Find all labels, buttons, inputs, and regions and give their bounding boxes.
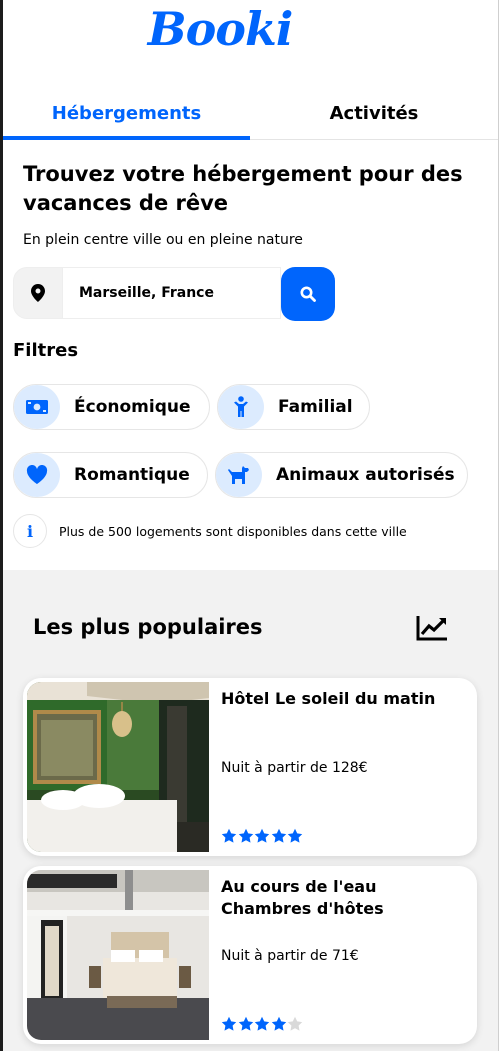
star-filled-icon (221, 828, 237, 843)
info-text: Plus de 500 logements sont disponibles d… (59, 523, 407, 539)
popular-section: Les plus populaires Hôtel Le soleil du m… (3, 570, 498, 1051)
search-bar (13, 267, 336, 321)
heart-icon (26, 465, 48, 484)
logo[interactable]: Booki (0, 0, 440, 62)
city-search-input[interactable] (63, 267, 281, 319)
star-filled-icon (221, 1016, 237, 1031)
search-icon (300, 286, 316, 302)
card-title: Au cours de l'eau Chambres d'hôtes (221, 877, 384, 918)
tab-activites[interactable]: Activités (250, 86, 498, 140)
heart-icon-badge (14, 453, 60, 497)
location-icon-box (13, 267, 63, 319)
dog-icon (228, 466, 249, 484)
search-button[interactable] (281, 267, 335, 321)
filter-animaux[interactable]: Animaux autorisés (215, 452, 468, 498)
filter-familial[interactable]: Familial (217, 384, 370, 430)
star-empty-icon (287, 1016, 303, 1031)
star-filled-icon (271, 1016, 286, 1031)
filter-familial-label: Familial (278, 397, 353, 417)
star-filled-icon (254, 1016, 270, 1031)
child-icon-badge (218, 385, 264, 429)
star-filled-icon (287, 828, 303, 843)
filters-title: Filtres (13, 340, 79, 361)
accommodation-card[interactable]: Au cours de l'eau Chambres d'hôtes Nuit … (23, 866, 477, 1044)
tab-hebergements[interactable]: Hébergements (3, 86, 250, 140)
filter-animaux-label: Animaux autorisés (276, 465, 455, 485)
star-filled-icon (238, 1016, 253, 1031)
star-filled-icon (254, 828, 270, 843)
filter-romantique-label: Romantique (74, 465, 190, 485)
card-price: Nuit à partir de 71€ (221, 948, 359, 964)
card-price: Nuit à partir de 128€ (221, 760, 368, 776)
dog-icon-badge (216, 453, 262, 497)
filter-economique[interactable]: Économique (13, 384, 210, 430)
filter-romantique[interactable]: Romantique (13, 452, 208, 498)
search-section: Trouvez votre hébergement pour des vacan… (3, 140, 498, 570)
popular-title: Les plus populaires (33, 615, 263, 639)
tab-bar: Hébergements Activités (3, 86, 498, 140)
page-subtitle: En plein centre ville ou en pleine natur… (23, 232, 303, 248)
money-icon (26, 400, 48, 414)
trend-chart-icon (416, 616, 447, 641)
info-icon: i (13, 514, 47, 548)
money-icon-badge (14, 385, 60, 429)
guesthouse-photo (27, 870, 209, 1040)
info-row: i Plus de 500 logements sont disponibles… (13, 514, 407, 548)
map-pin-icon (31, 284, 45, 302)
accommodation-card[interactable]: Hôtel Le soleil du matin Nuit à partir d… (23, 678, 477, 856)
card-title: Hôtel Le soleil du matin (221, 689, 436, 708)
page-title: Trouvez votre hébergement pour des vacan… (23, 162, 463, 215)
logo-text: Booki (147, 2, 294, 56)
star-rating (221, 1016, 304, 1034)
filter-economique-label: Économique (74, 397, 191, 417)
star-filled-icon (271, 828, 286, 843)
star-filled-icon (238, 828, 253, 843)
hotel-photo (27, 682, 209, 852)
star-rating (221, 828, 304, 846)
child-icon (234, 396, 248, 417)
